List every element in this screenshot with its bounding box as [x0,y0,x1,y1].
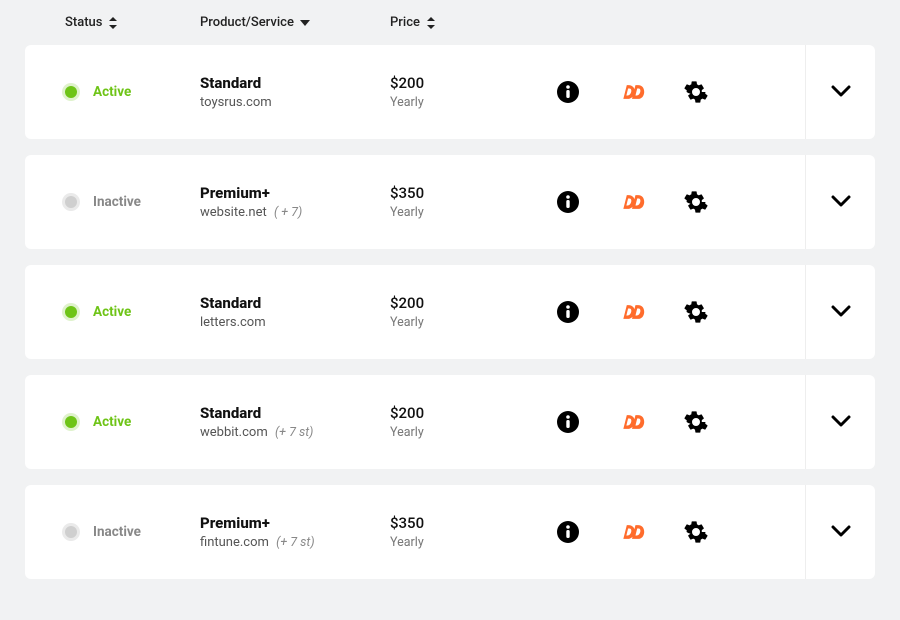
gear-icon[interactable] [683,189,709,215]
column-header-price[interactable]: Price [390,15,555,30]
expand-button[interactable] [805,375,875,469]
product-extra: (+ 7 st) [276,535,314,550]
status-dot-icon [65,86,77,98]
expand-button[interactable] [805,155,875,249]
status-label: Inactive [93,194,141,210]
info-icon[interactable] [555,299,581,325]
status-dot-icon [65,196,77,208]
cpanel-icon[interactable] [619,79,645,105]
info-icon[interactable] [555,519,581,545]
table-row: Inactive Premium+ website.net ( + 7) $35… [25,155,875,249]
info-icon[interactable] [555,409,581,435]
cpanel-icon[interactable] [619,519,645,545]
gear-icon[interactable] [683,409,709,435]
product-domain-text: website.net [200,205,267,220]
table-row: Active Standard toysrus.com $200 Yearly [25,45,875,139]
table-row: Active Standard webbit.com (+ 7 st) $200… [25,375,875,469]
product-name: Standard [200,74,272,92]
info-icon[interactable] [555,189,581,215]
table-row: Active Standard letters.com $200 Yearly [25,265,875,359]
cpanel-icon[interactable] [619,189,645,215]
product-domain-text: webbit.com [200,425,268,440]
product-domain: website.net ( + 7) [200,205,302,220]
price-period: Yearly [390,425,424,440]
gear-icon[interactable] [683,519,709,545]
chevron-down-icon [831,303,851,322]
cpanel-icon[interactable] [619,299,645,325]
price-period: Yearly [390,315,424,330]
chevron-down-icon [831,523,851,542]
column-header-product-label: Product/Service [200,15,294,30]
product-domain-text: toysrus.com [200,95,272,110]
column-header-status-label: Status [65,15,102,30]
product-extra: (+ 7 st) [275,425,313,440]
chevron-down-icon [831,83,851,102]
product-name: Standard [200,294,266,312]
product-name: Premium+ [200,514,315,532]
price-period: Yearly [390,205,424,220]
price-amount: $350 [390,514,424,532]
product-domain-text: letters.com [200,315,266,330]
price-period: Yearly [390,535,424,550]
product-name: Premium+ [200,184,302,202]
price-amount: $350 [390,184,424,202]
chevron-down-icon [831,193,851,212]
status-label: Active [93,304,131,320]
cpanel-icon[interactable] [619,409,645,435]
status-dot-icon [65,416,77,428]
column-header-status[interactable]: Status [65,15,200,30]
product-name: Standard [200,404,313,422]
product-domain: toysrus.com [200,95,272,110]
column-header-product[interactable]: Product/Service [200,15,390,30]
status-label: Active [93,414,131,430]
sort-icon [108,17,118,29]
product-domain: letters.com [200,315,266,330]
status-label: Active [93,84,131,100]
chevron-down-icon [831,413,851,432]
column-header-row: Status Product/Service Price [25,10,875,45]
product-domain: webbit.com (+ 7 st) [200,425,313,440]
product-extra: ( + 7) [274,205,302,220]
price-amount: $200 [390,294,424,312]
gear-icon[interactable] [683,299,709,325]
expand-button[interactable] [805,45,875,139]
sort-icon [426,17,436,29]
caret-down-icon [300,15,310,30]
status-label: Inactive [93,524,141,540]
price-period: Yearly [390,95,424,110]
price-amount: $200 [390,404,424,422]
status-dot-icon [65,526,77,538]
column-header-price-label: Price [390,15,420,30]
product-domain: fintune.com (+ 7 st) [200,535,315,550]
expand-button[interactable] [805,485,875,579]
status-dot-icon [65,306,77,318]
gear-icon[interactable] [683,79,709,105]
expand-button[interactable] [805,265,875,359]
info-icon[interactable] [555,79,581,105]
price-amount: $200 [390,74,424,92]
table-row: Inactive Premium+ fintune.com (+ 7 st) $… [25,485,875,579]
product-domain-text: fintune.com [200,535,269,550]
